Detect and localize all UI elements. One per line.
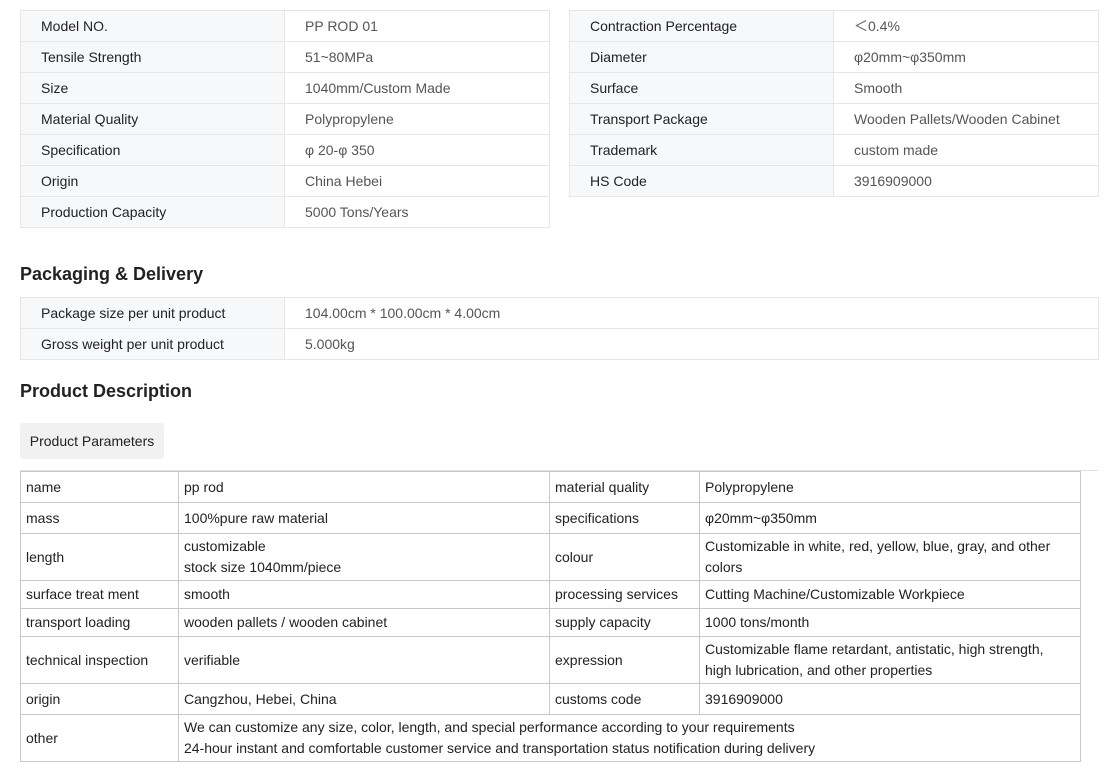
spec-row: Diameter φ20mm~φ350mm — [569, 41, 1099, 73]
packaging-value: 5.000kg — [284, 328, 1099, 360]
packaging-table: Package size per unit product 104.00cm * … — [20, 297, 1099, 360]
packaging-key: Gross weight per unit product — [20, 328, 285, 360]
spec-value: 5000 Tons/Years — [284, 196, 550, 228]
param-value: 3916909000 — [699, 683, 1081, 715]
param-row: origin Cangzhou, Hebei, China customs code… — [20, 683, 1081, 715]
spec-value: φ 20-φ 350 — [284, 134, 550, 166]
param-value-other: We can customize any size, color, length… — [178, 714, 1081, 762]
spec-value: 1040mm/Custom Made — [284, 72, 550, 104]
packaging-key: Package size per unit product — [20, 297, 285, 329]
spec-key: Contraction Percentage — [569, 10, 834, 42]
param-key: transport loading — [20, 608, 179, 637]
param-value: pp rod — [178, 471, 550, 503]
param-row: length customizable stock size 1040mm/piec… — [20, 533, 1081, 581]
param-value: Customizable flame retardant, antistatic… — [699, 636, 1081, 684]
param-row: mass 100%pure raw material specifications φ… — [20, 502, 1081, 534]
param-key: origin — [20, 683, 179, 715]
param-value-other-line: We can customize any size, color, length… — [184, 719, 795, 735]
spec-row: Trademark custom made — [569, 134, 1099, 166]
param-key: length — [20, 533, 179, 581]
param-value: 1000 tons/month — [699, 608, 1081, 637]
product-parameters-table: name pp rod material quality Polypropylene m… — [20, 471, 1081, 762]
param-value-line: customizable — [184, 538, 266, 554]
spec-value: φ20mm~φ350mm — [833, 41, 1099, 73]
param-value: Customizable in white, red, yellow, blue… — [699, 533, 1081, 581]
param-key: name — [20, 471, 179, 503]
param-value: customizable stock size 1040mm/piece — [178, 533, 550, 581]
param-key: surface treat ment — [20, 580, 179, 609]
param-key: technical inspection — [20, 636, 179, 684]
spec-row: Production Capacity 5000 Tons/Years — [20, 196, 550, 228]
param-row-other: other We can customize any size, color, l… — [20, 714, 1081, 762]
param-value-line: high lubrication, and other properties — [705, 662, 933, 678]
spec-key: Production Capacity — [20, 196, 285, 228]
spec-row: Model NO. PP ROD 01 — [20, 10, 550, 42]
spec-key: Transport Package — [569, 103, 834, 135]
spec-key: Tensile Strength — [20, 41, 285, 73]
spec-value: Smooth — [833, 72, 1099, 104]
spec-table-left: Model NO. PP ROD 01 Tensile Strength 51~80M… — [20, 10, 550, 228]
spec-value: Polypropylene — [284, 103, 550, 135]
param-value-line: Customizable in white, red, yellow, blue… — [705, 538, 1051, 554]
spec-key: Surface — [569, 72, 834, 104]
param-value-line: Customizable flame retardant, antistatic… — [705, 641, 1044, 657]
param-value: φ20mm~φ350mm — [699, 502, 1081, 534]
param-value: Cangzhou, Hebei, China — [178, 683, 550, 715]
packaging-value: 104.00cm * 100.00cm * 4.00cm — [284, 297, 1099, 329]
param-key: expression — [549, 636, 700, 684]
spec-row: Contraction Percentage ＜0.4% — [569, 10, 1099, 42]
spec-row: Material Quality Polypropylene — [20, 103, 550, 135]
spec-value: custom made — [833, 134, 1099, 166]
spec-key: HS Code — [569, 165, 834, 197]
param-value: Polypropylene — [699, 471, 1081, 503]
param-key: processing services — [549, 580, 700, 609]
param-value: verifiable — [178, 636, 550, 684]
param-row: transport loading wooden pallets / wooden… — [20, 608, 1081, 637]
param-value-line: colors — [705, 559, 743, 575]
packaging-title: Packaging & Delivery — [20, 264, 204, 284]
param-key: other — [20, 714, 179, 762]
spec-row: Surface Smooth — [569, 72, 1099, 104]
param-value: smooth — [178, 580, 550, 609]
param-value: Cutting Machine/Customizable Workpiece — [699, 580, 1081, 609]
spec-value: 51~80MPa — [284, 41, 550, 73]
param-key: specifications — [549, 502, 700, 534]
param-value: 100%pure raw material — [178, 502, 550, 534]
spec-table-right: Contraction Percentage ＜0.4% Diameter φ20mm… — [569, 10, 1099, 197]
param-key: customs code — [549, 683, 700, 715]
param-row: technical inspection verifiable expression… — [20, 636, 1081, 684]
product-description-title: Product Description — [20, 381, 193, 401]
spec-value: PP ROD 01 — [284, 10, 550, 42]
spec-key: Diameter — [569, 41, 834, 73]
spec-key: Model NO. — [20, 10, 285, 42]
param-key: material quality — [549, 471, 700, 503]
spec-value: Wooden Pallets/Wooden Cabinet — [833, 103, 1099, 135]
spec-row: Specification φ 20-φ 350 — [20, 134, 550, 166]
spec-row: Size 1040mm/Custom Made — [20, 72, 550, 104]
packaging-row: Package size per unit product 104.00cm * … — [20, 297, 1099, 329]
param-row: name pp rod material quality Polypropylene — [20, 471, 1081, 503]
param-key: mass — [20, 502, 179, 534]
spec-value: 3916909000 — [833, 165, 1099, 197]
packaging-row: Gross weight per unit product 5.000kg — [20, 328, 1099, 360]
spec-key: Origin — [20, 165, 285, 197]
spec-row: HS Code 3916909000 — [569, 165, 1099, 197]
param-row: surface treat ment smooth processing servi… — [20, 580, 1081, 609]
spec-value: China Hebei — [284, 165, 550, 197]
spec-key: Material Quality — [20, 103, 285, 135]
param-value: wooden pallets / wooden cabinet — [178, 608, 550, 637]
spec-key: Specification — [20, 134, 285, 166]
param-key: supply capacity — [549, 608, 700, 637]
spec-row: Origin China Hebei — [20, 165, 550, 197]
spec-row: Transport Package Wooden Pallets/Wooden C… — [569, 103, 1099, 135]
spec-row: Tensile Strength 51~80MPa — [20, 41, 550, 73]
spec-value: ＜0.4% — [833, 10, 1099, 42]
product-parameters-tab[interactable]: Product Parameters — [20, 423, 164, 459]
spec-key: Trademark — [569, 134, 834, 166]
spec-key: Size — [20, 72, 285, 104]
param-value-line: stock size 1040mm/piece — [184, 559, 342, 575]
param-value-other-line: 24-hour instant and comfortable customer… — [184, 740, 816, 756]
param-key: colour — [549, 533, 700, 581]
